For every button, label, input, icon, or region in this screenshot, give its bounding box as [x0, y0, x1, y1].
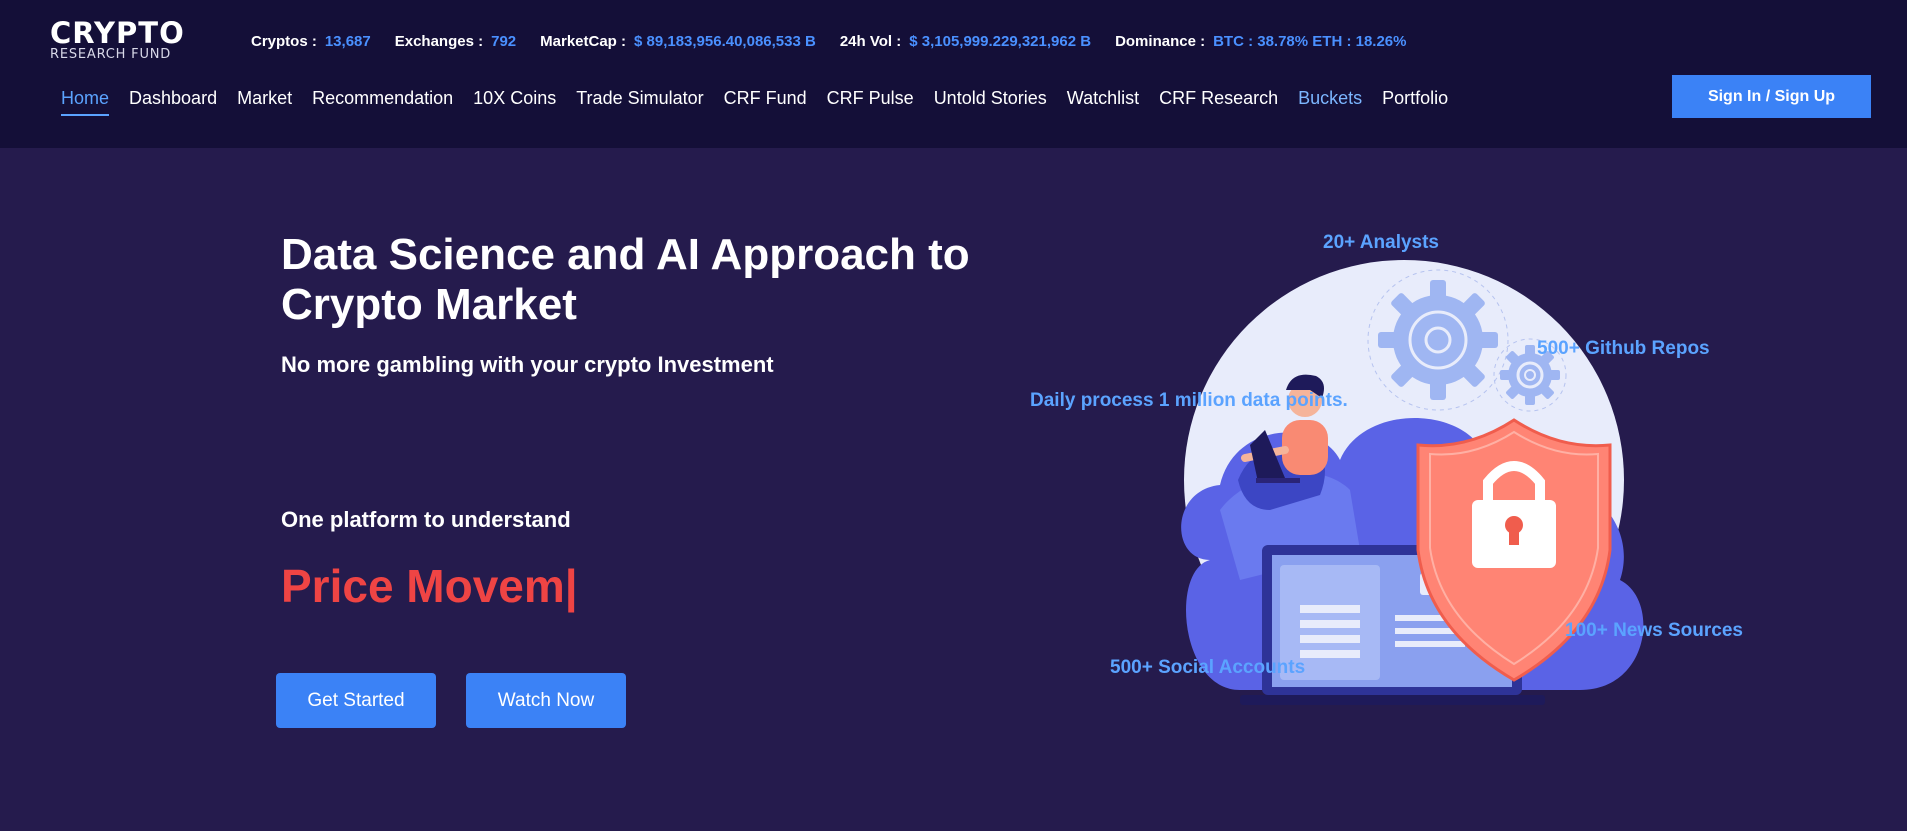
- hero-subtitle: No more gambling with your crypto Invest…: [281, 352, 774, 377]
- hero-title: Data Science and AI Approach to Crypto M…: [281, 230, 970, 329]
- stat-value[interactable]: 13,687: [325, 33, 371, 50]
- nav-recommendation[interactable]: Recommendation: [312, 86, 453, 110]
- market-stats-bar: Cryptos : 13,687 Exchanges : 792 MarketC…: [251, 31, 1430, 51]
- stat-cryptos: Cryptos : 13,687: [251, 33, 371, 50]
- nav-buckets[interactable]: Buckets: [1298, 86, 1362, 110]
- hero-lead-text: One platform to understand: [281, 507, 571, 532]
- typed-headline: Price Movem|: [281, 560, 578, 612]
- stat-24h-volume: 24h Vol : $ 3,105,999.229,321,962 B: [840, 33, 1091, 50]
- nav-crf-research[interactable]: CRF Research: [1159, 86, 1278, 110]
- github-repos-label: 500+ Github Repos: [1537, 338, 1710, 359]
- stat-exchanges: Exchanges : 792: [395, 33, 516, 50]
- nav-watchlist[interactable]: Watchlist: [1067, 86, 1139, 110]
- get-started-button[interactable]: Get Started: [276, 673, 436, 728]
- nav-home[interactable]: Home: [61, 86, 110, 116]
- data-points-label: Daily process 1 million data points.: [1030, 390, 1348, 411]
- stat-value: $ 89,183,956.40,086,533 B: [634, 32, 816, 50]
- stat-label: Cryptos :: [251, 32, 317, 50]
- news-sources-label: 100+ News Sources: [1565, 620, 1743, 641]
- stat-value: $ 3,105,999.229,321,962 B: [909, 32, 1092, 50]
- nav-market[interactable]: Market: [237, 86, 292, 110]
- nav-dashboard[interactable]: Dashboard: [129, 86, 217, 110]
- stat-dominance: Dominance : BTC : 38.78% ETH : 18.26%: [1115, 33, 1406, 50]
- nav-crf-fund[interactable]: CRF Fund: [724, 86, 807, 110]
- social-accounts-label: 500+ Social Accounts: [1110, 657, 1306, 678]
- sign-in-button[interactable]: Sign In / Sign Up: [1672, 75, 1871, 118]
- analysts-label: 20+ Analysts: [1323, 232, 1440, 253]
- nav-crf-pulse[interactable]: CRF Pulse: [827, 86, 914, 110]
- stat-label: MarketCap :: [540, 32, 626, 50]
- nav-portfolio[interactable]: Portfolio: [1382, 86, 1448, 110]
- logo-main-text: CRYPTO: [50, 16, 185, 50]
- hero-illustration: 20+ Analysts 500+ Github Repos Daily pro…: [1020, 220, 1780, 740]
- stat-marketcap: MarketCap : $ 89,183,956.40,086,533 B: [540, 33, 816, 50]
- stat-label: Exchanges :: [394, 32, 484, 50]
- stat-label: Dominance :: [1115, 32, 1206, 50]
- stat-label: 24h Vol :: [839, 32, 902, 50]
- watch-now-button[interactable]: Watch Now: [466, 673, 626, 728]
- gear-icon: [1378, 280, 1498, 400]
- stat-value: BTC : 38.78% ETH : 18.26%: [1213, 32, 1407, 50]
- nav-10x-coins[interactable]: 10X Coins: [473, 86, 556, 110]
- top-header: CRYPTO RESEARCH FUND Cryptos : 13,687 Ex…: [0, 0, 1907, 148]
- main-nav: Home Dashboard Market Recommendation 10X…: [61, 86, 1468, 116]
- stat-value[interactable]: 792: [491, 33, 516, 50]
- logo-sub-text: RESEARCH FUND: [50, 47, 172, 62]
- nav-untold-stories[interactable]: Untold Stories: [934, 86, 1047, 110]
- nav-trade-simulator[interactable]: Trade Simulator: [576, 86, 703, 110]
- crf-logo[interactable]: CRYPTO RESEARCH FUND: [50, 18, 195, 62]
